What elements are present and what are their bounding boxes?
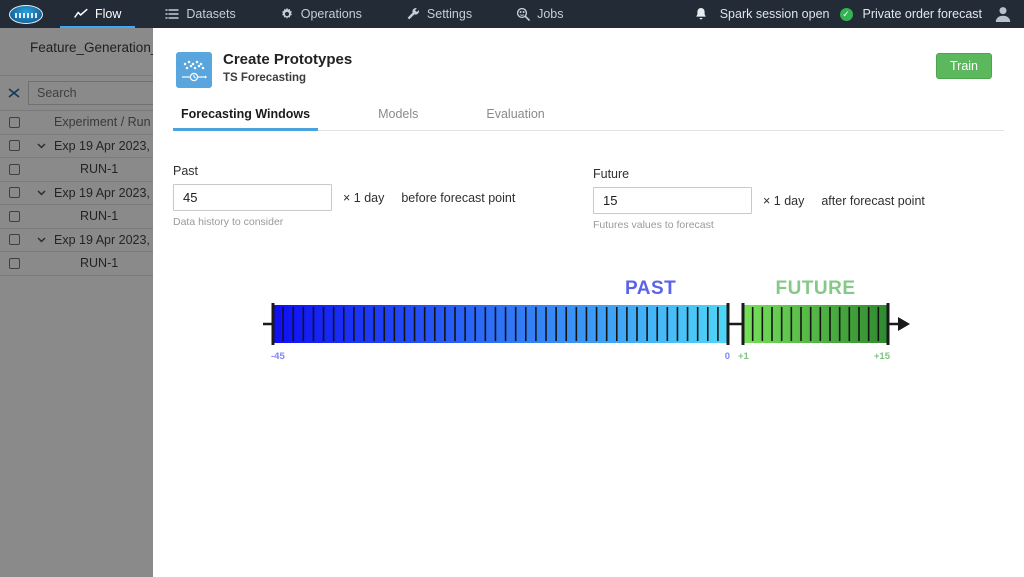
spark-session-status: Spark session open: [720, 7, 830, 21]
modal-tabs: Forecasting Windows Models Evaluation: [173, 96, 1004, 131]
dataiku-logo[interactable]: [0, 5, 52, 24]
modal-header: Create Prototypes TS Forecasting Train: [153, 28, 1024, 96]
origin-tick-label: 0: [725, 351, 730, 362]
nav-item-settings[interactable]: Settings: [384, 0, 494, 28]
project-name[interactable]: Private order forecast: [863, 7, 983, 21]
future-input[interactable]: [593, 187, 752, 214]
ts-forecasting-icon: [176, 52, 212, 88]
nav-item-flow[interactable]: Flow: [52, 0, 143, 28]
forecasting-windows-form: Past × 1 day before forecast point Data …: [153, 131, 1024, 241]
axis-arrow-icon: [898, 317, 910, 331]
future-section-label: FUTURE: [775, 278, 855, 299]
train-button[interactable]: Train: [936, 53, 992, 79]
future-field-group: Future × 1 day after forecast point Futu…: [593, 167, 925, 231]
wrench-icon: [406, 7, 420, 21]
page-subtitle: TS Forecasting: [223, 72, 306, 84]
check-circle-icon: ✓: [840, 8, 853, 21]
nav-item-datasets[interactable]: Datasets: [143, 0, 257, 28]
past-start-tick-label: -45: [271, 351, 285, 362]
top-navigation-bar: Flow Datasets Operations Settings Jobs Spark…: [0, 0, 1024, 28]
nav-item-label: Settings: [427, 7, 472, 21]
app-root: Feature_Generation_trai Experiment / Run…: [0, 0, 1024, 577]
past-section-label: PAST: [625, 278, 676, 299]
future-relation: after forecast point: [821, 194, 925, 208]
jobs-icon: [516, 7, 530, 21]
future-multiplier: × 1 day: [763, 194, 804, 208]
timeline-svg: PAST FUTURE -45 0 +1 +15: [153, 267, 1024, 407]
tab-evaluation[interactable]: Evaluation: [478, 107, 552, 130]
nav-item-jobs[interactable]: Jobs: [494, 0, 585, 28]
future-band: [743, 305, 888, 343]
topbar-right-cluster: Spark session open ✓ Private order forec…: [692, 3, 1024, 25]
list-icon: [165, 7, 179, 21]
create-prototypes-modal: Create Prototypes TS Forecasting Train F…: [153, 28, 1024, 577]
nav-item-label: Jobs: [537, 7, 563, 21]
main-nav: Flow Datasets Operations Settings Jobs: [52, 0, 585, 28]
user-avatar-icon[interactable]: [992, 3, 1014, 25]
future-help-text: Futures values to forecast: [593, 219, 925, 231]
past-input[interactable]: [173, 184, 332, 211]
nav-item-label: Flow: [95, 7, 121, 21]
forecast-window-timeline-chart: PAST FUTURE -45 0 +1 +15: [153, 267, 1024, 407]
page-title: Create Prototypes: [223, 51, 352, 68]
logo-icon: [9, 5, 43, 24]
past-multiplier: × 1 day: [343, 191, 384, 205]
tab-models[interactable]: Models: [370, 107, 426, 130]
flow-icon: [74, 7, 88, 21]
nav-item-label: Datasets: [186, 7, 235, 21]
past-relation: before forecast point: [401, 191, 515, 205]
future-end-tick-label: +15: [874, 351, 891, 362]
past-help-text: Data history to consider: [173, 216, 515, 228]
gear-icon: [280, 7, 294, 21]
past-field-group: Past × 1 day before forecast point Data …: [173, 164, 515, 228]
future-label: Future: [593, 167, 925, 181]
nav-item-label: Operations: [301, 7, 362, 21]
past-band: [273, 305, 728, 343]
nav-item-operations[interactable]: Operations: [258, 0, 384, 28]
past-label: Past: [173, 164, 515, 178]
bell-icon[interactable]: [692, 5, 710, 23]
future-start-tick-label: +1: [738, 351, 750, 362]
tab-forecasting-windows[interactable]: Forecasting Windows: [173, 107, 318, 130]
